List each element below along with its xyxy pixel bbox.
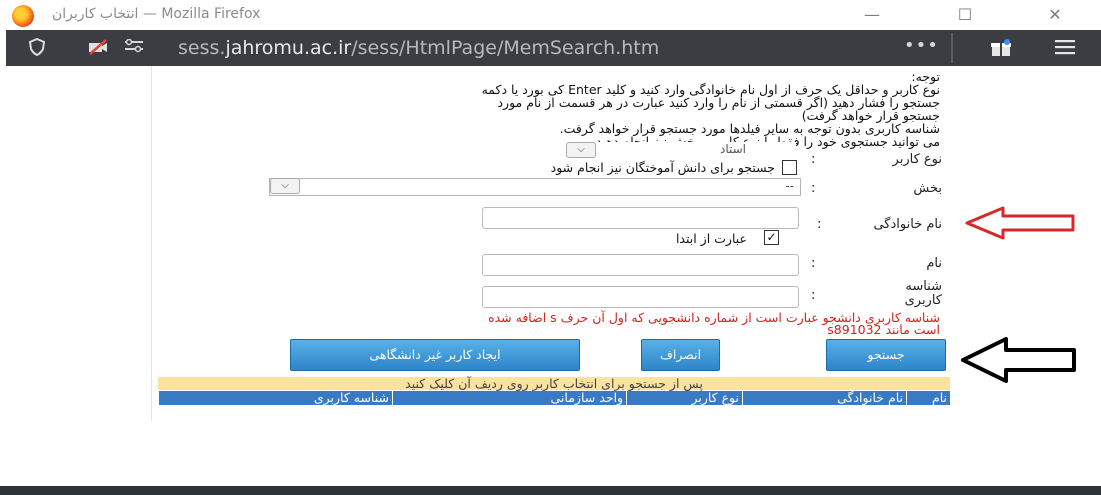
user-type-value: استاد bbox=[719, 142, 746, 156]
notice-text: توجه: نوع کاربر و حداقل یک حرف از اول نا… bbox=[180, 70, 940, 148]
colon: : bbox=[811, 181, 816, 196]
chevron-down-icon[interactable]: ⌵ bbox=[270, 178, 300, 194]
include-graduates-label: جستجو برای دانش آموختگان نیز انجام شود bbox=[550, 160, 775, 175]
last-name-label: نام خانوادگی bbox=[873, 217, 942, 232]
column-header-org-unit[interactable]: واحد سازمانی bbox=[392, 391, 626, 405]
gift-icon[interactable] bbox=[990, 39, 1011, 57]
include-graduates-checkbox[interactable] bbox=[782, 160, 797, 175]
department-label: بخش bbox=[913, 181, 942, 196]
user-id-label-line: شناسه bbox=[905, 279, 942, 294]
hamburger-menu-icon[interactable] bbox=[1055, 39, 1075, 57]
bottom-edge-bar bbox=[0, 486, 1101, 495]
first-name-label: نام bbox=[926, 256, 942, 271]
search-button[interactable]: جستجو bbox=[826, 339, 946, 371]
black-arrow-icon bbox=[961, 337, 1076, 383]
window-title: انتخاب کاربران — Mozilla Firefox bbox=[52, 6, 261, 22]
chevron-down-icon[interactable]: ⌵ bbox=[566, 142, 596, 158]
column-header-user-id[interactable]: شناسه کاربری bbox=[158, 391, 392, 405]
from-start-checkbox[interactable]: ✓ bbox=[764, 230, 779, 245]
department-value: -- bbox=[785, 179, 794, 193]
red-arrow-icon bbox=[965, 206, 1075, 240]
user-id-input[interactable] bbox=[482, 286, 799, 308]
results-hint: پس از جستجو برای انتخاب کاربر روی ردیف آ… bbox=[158, 377, 950, 390]
maximize-button[interactable]: ☐ bbox=[950, 4, 980, 26]
column-header-user-type[interactable]: نوع کاربر bbox=[626, 391, 742, 405]
cancel-button[interactable]: انصراف bbox=[641, 339, 720, 371]
navigation-bar: sess.jahromu.ac.ir/sess/HtmlPage/MemSear… bbox=[6, 30, 1101, 66]
results-table-header: نام نام خانوادگی نوع کاربر واحد سازمانی … bbox=[158, 391, 950, 405]
user-id-hint-line: است مانند s891032 bbox=[827, 322, 940, 337]
toolbar-divider bbox=[951, 33, 953, 63]
window-title-bar: انتخاب کاربران — Mozilla Firefox — ☐ ✕ bbox=[0, 0, 1101, 30]
user-id-label: شناسه کاربری bbox=[862, 280, 942, 308]
page-actions-button[interactable]: ••• bbox=[904, 35, 939, 56]
firefox-logo-icon bbox=[12, 5, 34, 27]
camera-blocked-icon[interactable] bbox=[88, 38, 108, 61]
user-id-hint: شناسه کاربری دانشجو عبارت است از شماره د… bbox=[160, 310, 940, 337]
member-search-page: توجه: نوع کاربر و حداقل یک حرف از اول نا… bbox=[151, 66, 952, 421]
user-id-label-line: کاربری bbox=[904, 293, 942, 308]
minimize-button[interactable]: — bbox=[857, 4, 887, 26]
notice-line: می توانید جستجوی خود را فقط با نوع کاربر… bbox=[592, 134, 940, 149]
column-header-first-name[interactable]: نام bbox=[906, 391, 950, 405]
colon: : bbox=[811, 288, 816, 303]
user-type-select[interactable]: ⌵ استاد bbox=[566, 142, 796, 158]
last-name-input[interactable] bbox=[482, 207, 799, 229]
department-select[interactable]: ⌵ -- bbox=[269, 178, 801, 196]
url-field[interactable]: sess.jahromu.ac.ir/sess/HtmlPage/MemSear… bbox=[178, 37, 659, 59]
first-name-input[interactable] bbox=[482, 254, 799, 276]
shield-icon[interactable] bbox=[28, 37, 46, 61]
column-header-last-name[interactable]: نام خانوادگی bbox=[742, 391, 906, 405]
close-button[interactable]: ✕ bbox=[1040, 4, 1070, 26]
colon: : bbox=[811, 256, 816, 271]
user-type-label: نوع کاربر bbox=[892, 152, 942, 167]
permissions-icon[interactable] bbox=[124, 38, 144, 58]
create-external-user-button[interactable]: ایجاد کاربر غیر دانشگاهی bbox=[290, 339, 580, 371]
colon: : bbox=[817, 217, 822, 232]
colon: : bbox=[811, 152, 816, 167]
user-id-hint-line: شناسه کاربری دانشجو عبارت است از شماره د… bbox=[488, 310, 940, 325]
from-start-label: عبارت از ابتدا bbox=[675, 231, 747, 246]
